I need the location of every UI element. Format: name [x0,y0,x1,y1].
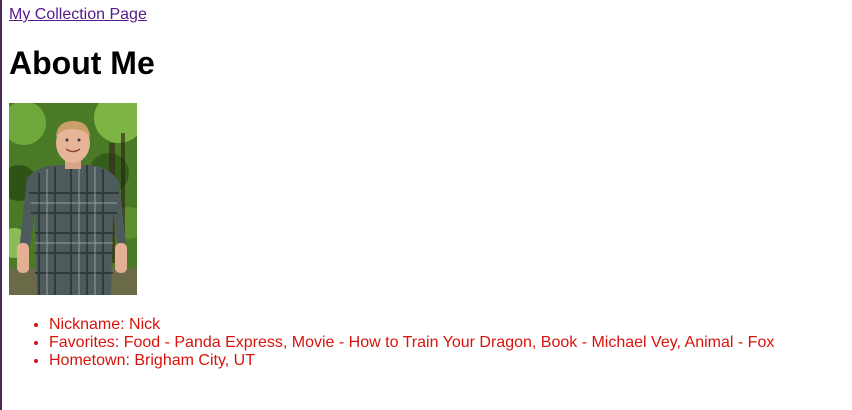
list-item-favorites: Favorites: Food - Panda Express, Movie -… [49,334,852,352]
page-title: About Me [9,45,155,81]
page-content: My Collection Page About Me • Nickname: … [9,0,852,370]
list-item-hometown: Hometown: Brigham City, UT [49,352,852,370]
my-collection-page-link[interactable]: My Collection Page [9,6,147,24]
about-facts-list: Nickname: Nick Favorites: Food - Panda E… [9,316,852,370]
left-border [0,0,2,410]
profile-photo [9,103,137,295]
list-item-nickname: Nickname: Nick [49,316,852,334]
